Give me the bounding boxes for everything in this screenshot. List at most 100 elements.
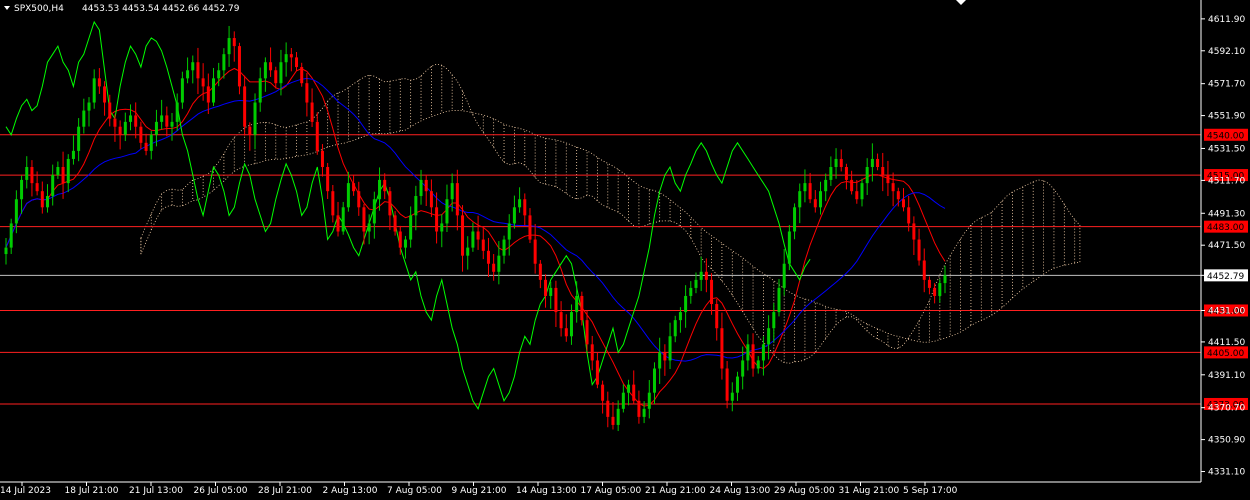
price-tick-label: 4511.70 (1208, 176, 1245, 186)
bear-candle (206, 86, 210, 103)
bear-candle (844, 167, 848, 180)
bull-candle (829, 167, 833, 180)
time-tick-label: 17 Aug 05:00 (581, 486, 642, 496)
bear-candle (710, 279, 714, 305)
bear-candle (559, 312, 563, 329)
bull-candle (668, 336, 672, 361)
bear-candle (564, 328, 568, 337)
bull-candle (793, 207, 797, 232)
bull-candle (658, 352, 662, 369)
price-chart[interactable]: 4540.004515.004483.004431.004405.004373.… (0, 0, 1250, 500)
bull-candle (149, 134, 153, 151)
bull-candle (9, 223, 13, 248)
bull-candle (746, 344, 750, 361)
price-tick-label: 4471.50 (1208, 241, 1245, 251)
bear-candle (891, 183, 895, 192)
bull-candle (14, 199, 18, 224)
level-price-label: 4483.00 (1207, 223, 1244, 233)
bull-candle (834, 158, 838, 168)
bear-candle (139, 126, 143, 143)
price-tick-label: 4611.90 (1208, 15, 1245, 25)
bear-candle (315, 121, 319, 151)
bull-candle (502, 239, 506, 256)
bull-candle (471, 231, 475, 248)
bull-candle (497, 255, 501, 272)
bull-candle (82, 110, 86, 127)
time-tick-label: 26 Jul 05:00 (194, 486, 248, 496)
time-tick-label: 7 Aug 05:00 (387, 486, 442, 496)
bear-candle (855, 191, 859, 200)
bear-candle (388, 191, 392, 216)
time-tick-label: 9 Aug 21:00 (452, 486, 507, 496)
bull-candle (684, 295, 688, 313)
bear-candle (704, 271, 708, 280)
bull-candle (787, 231, 791, 264)
bear-candle (232, 38, 236, 47)
bear-candle (383, 179, 387, 192)
price-tick-label: 4391.10 (1208, 371, 1245, 381)
bear-candle (362, 207, 366, 232)
bull-candle (865, 167, 869, 184)
bear-candle (300, 67, 304, 84)
bull-candle (772, 312, 776, 329)
bull-candle (735, 376, 739, 393)
bull-candle (212, 78, 216, 103)
bull-candle (860, 183, 864, 200)
bull-candle (56, 167, 60, 176)
time-tick-label: 24 Aug 13:00 (710, 486, 771, 496)
bear-candle (725, 368, 729, 401)
bear-candle (912, 223, 916, 240)
bull-candle (414, 196, 418, 216)
bear-candle (876, 158, 880, 168)
bull-candle (279, 62, 283, 84)
bear-candle (295, 57, 299, 68)
bear-candle (201, 78, 205, 87)
time-tick-label: 28 Jul 21:00 (258, 486, 312, 496)
bear-candle (922, 260, 926, 280)
bear-candle (336, 215, 340, 232)
ohlc-readout: 4453.53 4453.54 4452.66 4452.79 (82, 4, 240, 14)
chart-header: SPX500,H4 4453.53 4453.54 4452.66 4452.7… (4, 4, 240, 14)
bull-candle (943, 275, 947, 284)
bear-candle (606, 400, 610, 417)
bull-candle (678, 312, 682, 321)
bull-candle (512, 207, 516, 224)
bear-candle (839, 158, 843, 168)
bear-candle (237, 46, 241, 87)
bull-candle (263, 62, 267, 79)
bear-candle (917, 239, 921, 261)
bull-candle (367, 223, 371, 232)
bear-candle (61, 167, 65, 184)
bear-candle (113, 118, 117, 127)
price-tick-label: 4350.90 (1208, 436, 1245, 446)
bear-candle (108, 102, 112, 119)
bull-candle (870, 158, 874, 168)
bull-candle (518, 199, 522, 208)
bull-candle (616, 408, 620, 425)
symbol-timeframe: SPX500,H4 (14, 4, 64, 14)
bear-candle (481, 239, 485, 251)
price-tick-label: 4551.90 (1208, 112, 1245, 122)
bull-candle (372, 199, 376, 224)
bull-candle (694, 279, 698, 288)
bear-candle (97, 78, 101, 87)
bear-candle (751, 344, 755, 369)
bear-candle (331, 191, 335, 216)
bull-candle (160, 115, 164, 122)
bull-candle (621, 392, 625, 409)
bear-candle (533, 239, 537, 264)
bull-candle (129, 115, 133, 122)
bear-candle (393, 215, 397, 232)
bull-candle (346, 183, 350, 208)
bear-candle (435, 207, 439, 232)
bear-candle (352, 183, 356, 192)
bull-candle (549, 287, 553, 296)
bear-candle (476, 231, 480, 240)
bear-candle (40, 191, 44, 208)
bear-candle (310, 102, 314, 122)
bear-candle (813, 199, 817, 208)
bull-candle (341, 207, 345, 232)
bull-candle (699, 271, 703, 280)
bull-candle (673, 320, 677, 337)
bear-candle (274, 70, 278, 84)
